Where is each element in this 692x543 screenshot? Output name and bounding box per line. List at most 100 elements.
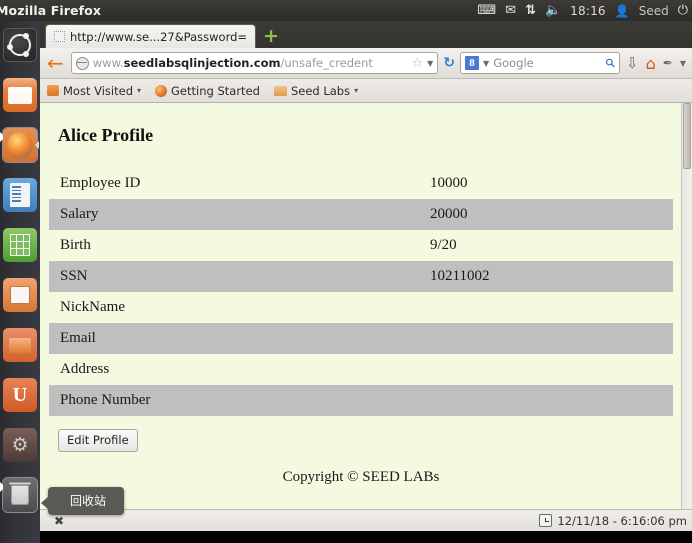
overflow-caret-icon[interactable]: ▼: [679, 59, 687, 68]
gear-wrench-icon: ⚙: [3, 428, 37, 462]
search-bar[interactable]: 8 ▼ Google ⚲: [460, 52, 621, 74]
most-visited-icon: [47, 85, 59, 96]
page-viewport: Alice Profile Employee ID 10000 Salary 2…: [40, 103, 692, 509]
table-row: Address: [49, 354, 673, 385]
back-button[interactable]: ←: [45, 53, 66, 73]
bookmark-most-visited[interactable]: Most Visited ▾: [47, 84, 141, 98]
network-icon[interactable]: ⇅: [525, 3, 536, 18]
web-page-content: Alice Profile Employee ID 10000 Salary 2…: [40, 103, 681, 509]
url-host: seedlabsqlinjection.com: [123, 56, 281, 70]
bookmark-star-icon[interactable]: ☆: [412, 56, 424, 71]
libreoffice-calc-icon: [3, 228, 37, 262]
row-value: [429, 354, 673, 385]
search-engine-chevron-down-icon[interactable]: ▼: [483, 59, 489, 68]
launcher-item-files[interactable]: [0, 73, 40, 117]
session-user-label[interactable]: Seed: [639, 4, 669, 18]
home-icon[interactable]: ⌂: [645, 54, 657, 73]
tab-title: http://www.se...27&Password=: [70, 29, 248, 44]
launcher-item-software-center[interactable]: [0, 323, 40, 367]
browser-tab-active[interactable]: http://www.se...27&Password=: [45, 24, 257, 48]
ubuntu-one-letter: U: [12, 383, 28, 406]
row-value: [429, 385, 673, 416]
user-avatar-icon: 👤: [614, 3, 630, 18]
libreoffice-impress-icon: [3, 278, 37, 312]
bookmark-getting-started[interactable]: Getting Started: [155, 84, 260, 98]
globe-icon: [75, 56, 89, 70]
row-label: Phone Number: [60, 392, 151, 408]
bookmarks-toolbar: Most Visited ▾ Getting Started Seed Labs…: [40, 79, 692, 103]
row-label: NickName: [60, 299, 125, 315]
libreoffice-writer-icon: [3, 178, 37, 212]
bookmark-seed-labs[interactable]: Seed Labs ▾: [273, 83, 358, 98]
launcher-item-system-settings[interactable]: ⚙: [0, 423, 40, 467]
clock-indicator[interactable]: 18:16: [570, 4, 606, 18]
chevron-down-icon[interactable]: ▼: [427, 59, 433, 68]
launcher-item-writer[interactable]: [0, 173, 40, 217]
row-value: 10211002: [430, 268, 490, 284]
row-label: Salary: [60, 206, 99, 222]
ubuntu-logo-icon: [3, 28, 37, 62]
row-value: [429, 323, 673, 354]
new-tab-button[interactable]: +: [260, 26, 282, 47]
software-center-icon: [3, 328, 37, 362]
tab-strip: http://www.se...27&Password= +: [40, 21, 692, 48]
address-bar[interactable]: www.seedlabsqlinjection.com/unsafe_crede…: [70, 52, 439, 74]
row-value: 10000: [430, 175, 468, 191]
reload-icon[interactable]: ↻: [443, 55, 455, 71]
table-row: Birth 9/20: [49, 230, 673, 261]
row-label: Email: [60, 330, 96, 346]
downloads-icon[interactable]: ⇩: [625, 54, 640, 72]
search-input[interactable]: Google: [493, 56, 602, 70]
desktop-screen: Mozilla Firefox ⌨ ✉ ⇅ 🔈 18:16 👤 Seed ⏻ U…: [0, 0, 692, 543]
url-scheme: www.: [92, 56, 124, 70]
launcher-item-impress[interactable]: [0, 273, 40, 317]
bookmark-pin-icon[interactable]: ✒: [662, 56, 674, 70]
firefox-icon: [155, 84, 168, 97]
row-label: SSN: [60, 268, 88, 284]
table-row: SSN 10211002: [49, 261, 673, 292]
table-row: Employee ID 10000: [49, 168, 673, 199]
launcher-item-trash[interactable]: [0, 473, 40, 517]
unity-launcher: U ⚙: [0, 21, 40, 543]
launcher-item-calc[interactable]: [0, 223, 40, 267]
chevron-down-icon[interactable]: ▾: [354, 86, 358, 95]
window-title: Mozilla Firefox: [0, 3, 101, 18]
bookmark-label: Most Visited: [63, 83, 133, 98]
row-label: Employee ID: [60, 175, 141, 191]
navigation-toolbar: ← www.seedlabsqlinjection.com/unsafe_cre…: [40, 48, 692, 79]
keyboard-icon[interactable]: ⌨: [477, 3, 496, 18]
launcher-item-ubuntu-one[interactable]: U: [0, 373, 40, 417]
volume-icon[interactable]: 🔈: [545, 3, 561, 18]
row-value: 9/20: [430, 237, 457, 253]
unity-top-panel: Mozilla Firefox ⌨ ✉ ⇅ 🔈 18:16 👤 Seed ⏻: [0, 0, 692, 21]
trash-tooltip: 回收站: [40, 487, 125, 515]
table-row: NickName: [49, 292, 673, 323]
chevron-down-icon[interactable]: ▾: [137, 86, 141, 95]
table-row: Salary 20000: [49, 199, 673, 230]
power-gear-icon[interactable]: ⏻: [678, 3, 688, 18]
google-engine-icon[interactable]: 8: [465, 56, 480, 70]
stop-icon[interactable]: ✖: [54, 514, 64, 528]
table-row: Email: [49, 323, 673, 354]
mail-icon[interactable]: ✉: [505, 3, 516, 18]
url-path: /unsafe_credent: [280, 56, 373, 70]
row-value: 20000: [430, 206, 468, 222]
edit-profile-button[interactable]: Edit Profile: [58, 429, 138, 452]
profile-table: Employee ID 10000 Salary 20000 Birth 9/2…: [49, 168, 673, 416]
bookmark-label: Getting Started: [171, 83, 260, 98]
search-icon[interactable]: ⚲: [603, 55, 619, 71]
panel-indicators: ⌨ ✉ ⇅ 🔈 18:16 👤 Seed ⏻: [477, 3, 692, 18]
url-text: www.seedlabsqlinjection.com/unsafe_crede…: [93, 56, 408, 70]
trash-icon: [3, 478, 37, 512]
copyright-text: Copyright © SEED LABs: [282, 469, 440, 485]
launcher-item-dash-home[interactable]: [0, 23, 40, 67]
firefox-icon: [3, 128, 37, 162]
page-scrollbar[interactable]: [681, 103, 692, 509]
scrollbar-thumb[interactable]: [683, 103, 691, 169]
bookmark-label: Seed Labs: [290, 83, 351, 98]
table-row: Phone Number: [49, 385, 673, 416]
status-bar: ✖ 12/11/18 - 6:16:06 pm: [40, 509, 692, 531]
firefox-window: http://www.se...27&Password= + ← www.see…: [40, 21, 692, 531]
launcher-item-firefox[interactable]: [0, 123, 40, 167]
clock-icon: [539, 514, 553, 527]
